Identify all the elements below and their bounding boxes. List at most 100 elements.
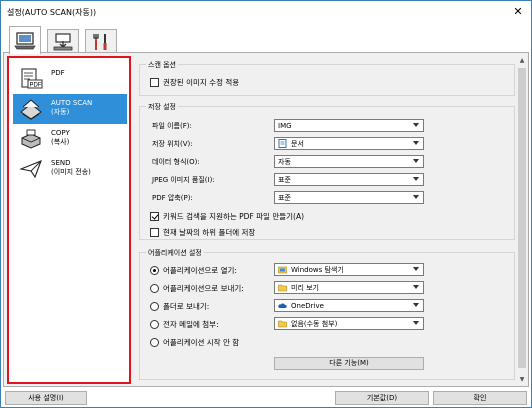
pdf-compression-select[interactable]: 표준: [274, 191, 424, 204]
chevron-down-icon: [413, 141, 419, 145]
tab-scan-from-panel[interactable]: [47, 29, 79, 53]
keyword-pdf-checkbox[interactable]: [150, 212, 159, 221]
send-to-folder-select[interactable]: OneDrive: [274, 299, 424, 312]
scan-type-send[interactable]: SEND (이미지 전송): [13, 154, 127, 184]
jpeg-quality-value: 표준: [278, 175, 291, 184]
settings-content: PDF PDF AUTO SCAN (자동) COPY (복사) SEND (이…: [3, 52, 529, 387]
tab-general-settings[interactable]: [85, 29, 117, 53]
send-to-folder-label: 폴더로 보내기:: [163, 302, 210, 311]
attach-email-radio[interactable]: [150, 320, 159, 329]
scan-options-title: 스캔 옵션: [146, 60, 178, 70]
svg-text:PDF: PDF: [30, 83, 42, 89]
attach-email-value: 없음(수동 첨부): [291, 319, 338, 328]
auto-scan-icon: [20, 99, 42, 120]
attach-email-select[interactable]: 없음(수동 첨부): [274, 317, 424, 330]
scan-type-copy-label: COPY (복사): [51, 129, 70, 146]
chevron-down-icon: [413, 159, 419, 163]
save-settings-group: 저장 설정 파일 이름(F): IMG 저장 위치(V): 문서 데이터 형식(…: [139, 102, 515, 240]
folder-icon: [278, 284, 287, 292]
more-functions-button[interactable]: 다른 기능(M): [274, 357, 424, 370]
window-title: 설정(AUTO SCAN(자동)): [7, 8, 97, 17]
app-settings-title: 어플리케이션 설정: [146, 248, 204, 258]
no-app-label: 어플리케이션 시작 안 함: [163, 338, 240, 347]
chevron-down-icon: [413, 195, 419, 199]
scan-type-pdf-label: PDF: [51, 69, 65, 77]
date-subfolder-label: 현재 날짜의 하위 폴더에 저장: [163, 228, 256, 237]
settings-panel: 스캔 옵션 권장된 이미지 수정 적용 저장 설정 파일 이름(F): IMG …: [135, 56, 523, 384]
no-app-radio[interactable]: [150, 338, 159, 347]
scanner-panel-icon: [53, 32, 73, 50]
send-to-app-label: 어플리케이션으로 보내기:: [163, 284, 244, 293]
send-to-app-row[interactable]: 어플리케이션으로 보내기:: [150, 283, 244, 294]
save-in-select[interactable]: 문서: [274, 137, 424, 150]
instructions-button[interactable]: 사용 설명(I): [5, 391, 87, 405]
data-format-label: 데이터 형식(O):: [152, 158, 200, 166]
tab-scan-from-computer[interactable]: [9, 26, 41, 54]
ok-button[interactable]: 확인: [433, 391, 527, 405]
file-name-value: IMG: [278, 121, 292, 130]
file-name-label: 파일 이름(F):: [152, 122, 192, 130]
chevron-down-icon: [413, 285, 419, 289]
save-settings-title: 저장 설정: [146, 102, 178, 112]
pdf-compression-value: 표준: [278, 193, 291, 202]
folder-window-icon: [278, 266, 287, 274]
open-with-app-select[interactable]: Windows 탐색기: [274, 263, 424, 276]
scan-options-group: 스캔 옵션 권장된 이미지 수정 적용: [139, 60, 515, 96]
pdf-compression-label: PDF 압축(P):: [152, 194, 193, 202]
scan-type-auto-scan[interactable]: AUTO SCAN (자동): [13, 94, 127, 124]
scan-type-copy[interactable]: COPY (복사): [13, 124, 127, 154]
attach-email-label: 전자 메일에 첨부:: [163, 320, 219, 329]
attach-email-row[interactable]: 전자 메일에 첨부:: [150, 319, 219, 330]
jpeg-quality-label: JPEG 이미지 품질(I):: [152, 176, 215, 184]
chevron-down-icon: [413, 123, 419, 127]
title-bar: 설정(AUTO SCAN(자동)) ✕: [1, 1, 531, 23]
defaults-button[interactable]: 기본값(D): [335, 391, 429, 405]
keyword-pdf-label: 키워드 검색을 지원하는 PDF 파일 만들기(A): [163, 212, 305, 221]
pdf-icon: PDF: [21, 68, 43, 89]
vertical-scrollbar[interactable]: ▲ ▼: [517, 56, 527, 384]
open-with-app-radio[interactable]: [150, 266, 159, 275]
date-subfolder-row[interactable]: 현재 날짜의 하위 폴더에 저장: [150, 227, 255, 238]
send-to-app-radio[interactable]: [150, 284, 159, 293]
folder-icon: [278, 320, 287, 328]
send-to-app-select[interactable]: 미리 보기: [274, 281, 424, 294]
settings-window: 설정(AUTO SCAN(자동)) ✕ PDF PDF AUTO SCAN (자…: [0, 0, 532, 408]
copy-printer-icon: [21, 129, 41, 149]
no-app-row[interactable]: 어플리케이션 시작 안 함: [150, 337, 239, 348]
open-with-app-value: Windows 탐색기: [291, 265, 344, 274]
tools-icon: [93, 33, 107, 50]
apply-correction-label: 권장된 이미지 수정 적용: [163, 78, 240, 87]
jpeg-quality-select[interactable]: 표준: [274, 173, 424, 186]
date-subfolder-checkbox[interactable]: [150, 228, 159, 237]
data-format-value: 자동: [278, 157, 291, 166]
chevron-down-icon: [413, 267, 419, 271]
keyword-pdf-row[interactable]: 키워드 검색을 지원하는 PDF 파일 만들기(A): [150, 211, 304, 222]
open-with-app-label: 어플리케이션으로 열기:: [163, 266, 237, 275]
app-settings-group: 어플리케이션 설정 어플리케이션으로 열기: Windows 탐색기 어플리케이…: [139, 248, 515, 380]
scan-type-pdf[interactable]: PDF PDF: [13, 64, 127, 94]
scroll-up-icon[interactable]: ▲: [518, 57, 526, 64]
data-format-select[interactable]: 자동: [274, 155, 424, 168]
close-button[interactable]: ✕: [511, 5, 525, 19]
chevron-down-icon: [413, 177, 419, 181]
tab-strip: [1, 23, 531, 54]
scrollbar-thumb[interactable]: [518, 68, 526, 368]
file-name-select[interactable]: IMG: [274, 119, 424, 132]
chevron-down-icon: [413, 321, 419, 325]
scan-type-send-label: SEND (이미지 전송): [51, 159, 91, 176]
send-icon: [19, 160, 42, 179]
send-to-folder-value: OneDrive: [291, 301, 324, 310]
apply-correction-row[interactable]: 권장된 이미지 수정 적용: [150, 77, 239, 88]
save-in-value: 문서: [291, 139, 304, 148]
send-to-app-value: 미리 보기: [291, 283, 319, 292]
computer-scan-icon: [14, 31, 36, 49]
scan-type-list: PDF PDF AUTO SCAN (자동) COPY (복사) SEND (이…: [7, 56, 131, 384]
scan-type-auto-scan-label: AUTO SCAN (자동): [51, 99, 93, 116]
chevron-down-icon: [413, 303, 419, 307]
send-to-folder-radio[interactable]: [150, 302, 159, 311]
scroll-down-icon[interactable]: ▼: [518, 376, 526, 383]
open-with-app-row[interactable]: 어플리케이션으로 열기:: [150, 265, 237, 276]
send-to-folder-row[interactable]: 폴더로 보내기:: [150, 301, 209, 312]
cloud-icon: [278, 303, 287, 308]
apply-correction-checkbox[interactable]: [150, 78, 159, 87]
